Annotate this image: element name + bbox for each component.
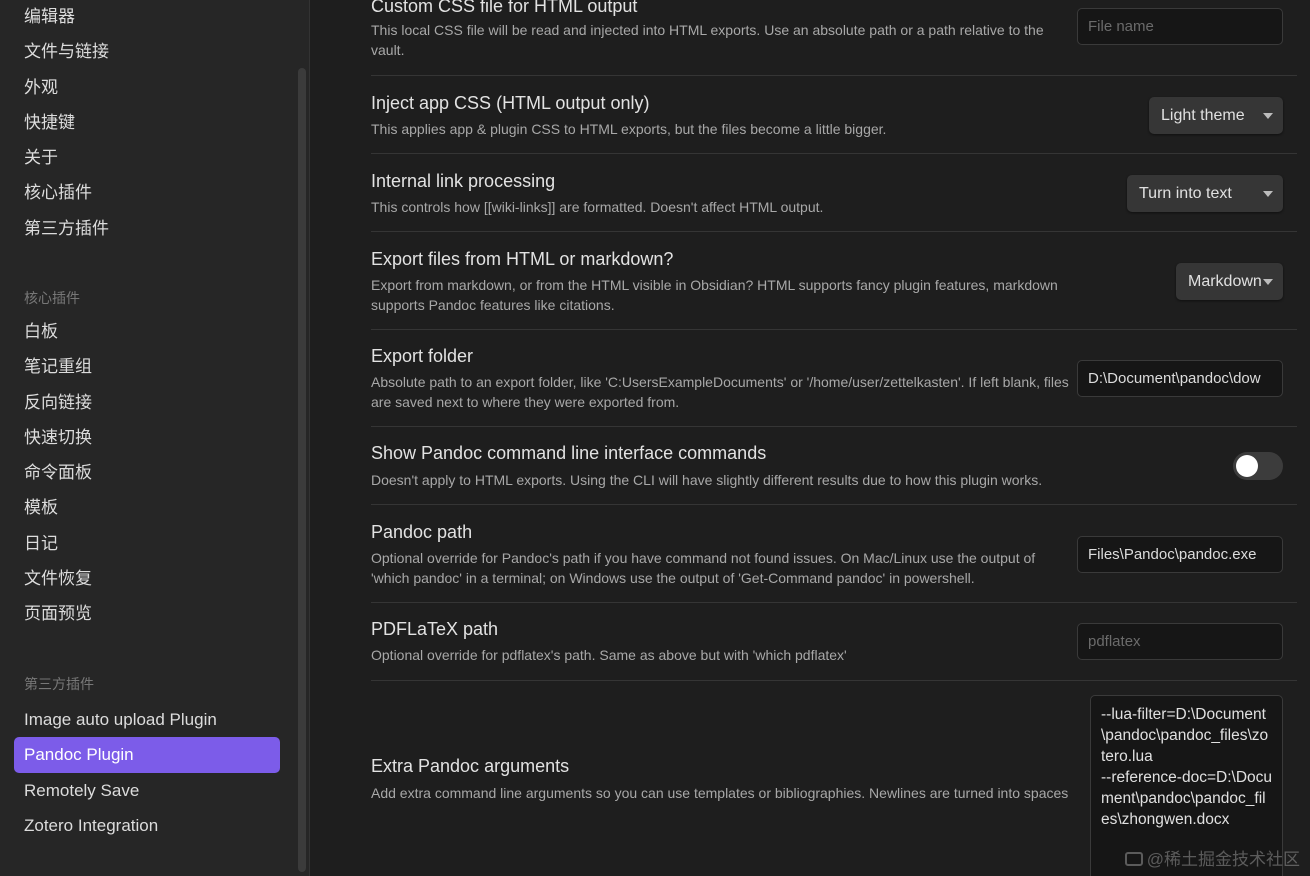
dropdown-value: Markdown bbox=[1188, 273, 1262, 290]
sidebar-item-remotely-save[interactable]: Remotely Save bbox=[14, 773, 280, 808]
sidebar-item-pandoc-plugin[interactable]: Pandoc Plugin bbox=[14, 737, 280, 773]
setting-name: Inject app CSS (HTML output only) bbox=[371, 93, 650, 113]
sidebar-item-community-plugins[interactable]: 第三方插件 bbox=[14, 211, 280, 246]
sidebar-item-note-composer[interactable]: 笔记重组 bbox=[14, 349, 280, 384]
setting-name: PDFLaTeX path bbox=[371, 619, 499, 639]
setting-description: This controls how [[wiki-links]] are for… bbox=[371, 199, 824, 215]
setting-description: Optional override for Pandoc's path if y… bbox=[371, 550, 1036, 586]
sidebar-item-hotkeys[interactable]: 快捷键 bbox=[14, 105, 280, 140]
setting-description: Add extra command line arguments so you … bbox=[371, 785, 1069, 801]
sidebar-item-canvas[interactable]: 白板 bbox=[14, 314, 280, 349]
setting-export-from: Export files from HTML or markdown? Expo… bbox=[371, 232, 1297, 330]
sidebar-item-core-plugins[interactable]: 核心插件 bbox=[14, 175, 280, 210]
sidebar-item-command-palette[interactable]: 命令面板 bbox=[14, 455, 280, 490]
setting-description: Doesn't apply to HTML exports. Using the… bbox=[371, 472, 1043, 488]
sidebar-item-page-preview[interactable]: 页面预览 bbox=[14, 596, 280, 631]
setting-pandoc-path: Pandoc path Optional override for Pandoc… bbox=[371, 505, 1297, 603]
settings-content: Custom CSS file for HTML output This loc… bbox=[311, 0, 1310, 876]
juejin-logo-icon bbox=[1124, 852, 1143, 866]
setting-internal-link-processing: Internal link processing This controls h… bbox=[371, 154, 1297, 232]
setting-pdflatex-path: PDFLaTeX path Optional override for pdfl… bbox=[371, 603, 1297, 681]
setting-name: Show Pandoc command line interface comma… bbox=[371, 443, 767, 463]
dropdown-value: Light theme bbox=[1161, 107, 1245, 124]
custom-css-input[interactable] bbox=[1077, 8, 1283, 45]
setting-export-folder: Export folder Absolute path to an export… bbox=[371, 330, 1297, 427]
setting-show-cli-commands: Show Pandoc command line interface comma… bbox=[371, 427, 1297, 505]
core-plugins-nav: 白板 笔记重组 反向链接 快速切换 命令面板 模板 日记 文件恢复 页面预览 bbox=[14, 314, 280, 632]
setting-name: Export files from HTML or markdown? bbox=[371, 249, 674, 269]
setting-description: Export from markdown, or from the HTML v… bbox=[371, 277, 1058, 313]
setting-custom-css: Custom CSS file for HTML output This loc… bbox=[371, 0, 1297, 76]
toggle-knob bbox=[1236, 455, 1258, 477]
setting-name: Extra Pandoc arguments bbox=[371, 756, 570, 776]
settings-sidebar: 编辑器 文件与链接 外观 快捷键 关于 核心插件 第三方插件 核心插件 白板 笔… bbox=[0, 0, 310, 876]
dropdown-value: Turn into text bbox=[1139, 185, 1232, 202]
export-folder-input[interactable] bbox=[1077, 360, 1283, 397]
watermark-text: @稀土掘金技术社区 bbox=[1146, 850, 1300, 869]
sidebar-item-about[interactable]: 关于 bbox=[14, 140, 280, 175]
pandoc-path-input[interactable] bbox=[1077, 536, 1283, 573]
sidebar-item-image-auto-upload[interactable]: Image auto upload Plugin bbox=[14, 702, 280, 737]
sidebar-item-backlinks[interactable]: 反向链接 bbox=[14, 385, 280, 420]
chevron-down-icon bbox=[1263, 279, 1273, 285]
setting-description: Optional override for pdflatex's path. S… bbox=[371, 647, 847, 663]
sidebar-item-templates[interactable]: 模板 bbox=[14, 490, 280, 525]
sidebar-scrollbar[interactable] bbox=[298, 68, 306, 872]
inject-css-dropdown[interactable]: Light theme bbox=[1149, 97, 1283, 134]
pdflatex-path-input[interactable] bbox=[1077, 623, 1283, 660]
setting-description: This applies app & plugin CSS to HTML ex… bbox=[371, 121, 887, 137]
setting-name: Pandoc path bbox=[371, 522, 473, 542]
sidebar-item-file-recovery[interactable]: 文件恢复 bbox=[14, 561, 280, 596]
show-cli-toggle[interactable] bbox=[1233, 452, 1283, 480]
chevron-down-icon bbox=[1263, 113, 1273, 119]
sidebar-item-editor[interactable]: 编辑器 bbox=[14, 0, 280, 34]
setting-name: Internal link processing bbox=[371, 171, 556, 191]
chevron-down-icon bbox=[1263, 191, 1273, 197]
sidebar-item-files-links[interactable]: 文件与链接 bbox=[14, 34, 280, 69]
setting-inject-app-css: Inject app CSS (HTML output only) This a… bbox=[371, 76, 1297, 154]
setting-name: Custom CSS file for HTML output bbox=[371, 0, 638, 16]
sidebar-item-appearance[interactable]: 外观 bbox=[14, 70, 280, 105]
setting-description: Absolute path to an export folder, like … bbox=[371, 374, 1069, 410]
sidebar-item-daily-notes[interactable]: 日记 bbox=[14, 526, 280, 561]
setting-description: This local CSS file will be read and inj… bbox=[371, 22, 1044, 58]
options-nav: 编辑器 文件与链接 外观 快捷键 关于 核心插件 第三方插件 bbox=[14, 0, 280, 246]
core-plugins-heading: 核心插件 bbox=[24, 290, 80, 306]
link-processing-dropdown[interactable]: Turn into text bbox=[1127, 175, 1283, 212]
sidebar-item-zotero-integration[interactable]: Zotero Integration bbox=[14, 808, 280, 843]
setting-name: Export folder bbox=[371, 346, 474, 366]
community-plugins-heading: 第三方插件 bbox=[24, 676, 94, 692]
watermark: @稀土掘金技术社区 bbox=[1124, 845, 1300, 870]
community-plugins-nav: Image auto upload Plugin Pandoc Plugin R… bbox=[14, 702, 280, 843]
export-from-dropdown[interactable]: Markdown bbox=[1176, 263, 1283, 300]
sidebar-item-quick-switcher[interactable]: 快速切换 bbox=[14, 420, 280, 455]
